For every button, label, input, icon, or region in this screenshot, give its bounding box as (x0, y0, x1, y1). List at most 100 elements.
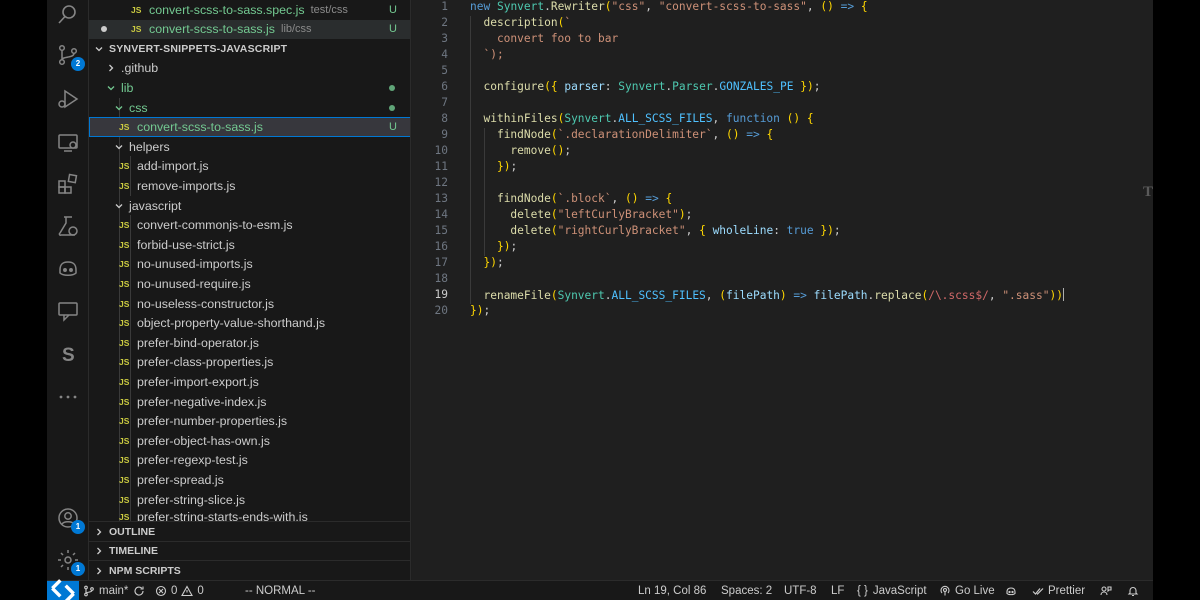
encoding[interactable]: UTF-8 (784, 581, 817, 600)
tree-folder-github[interactable]: .github (89, 59, 410, 79)
tree-file-convert-scss-to-sass[interactable]: JS convert-scss-to-sass.js U (89, 117, 410, 137)
chevron-right-icon (93, 565, 105, 577)
problems-indicator[interactable]: 0 0 (155, 581, 204, 600)
open-editor-item[interactable]: JS convert-scss-to-sass.spec.js test/css… (89, 0, 410, 20)
js-file-icon: JS (119, 259, 130, 270)
tree-file[interactable]: JS prefer-spread.js (89, 470, 410, 490)
line-number: 17 (434, 256, 448, 269)
feedback-icon[interactable] (1100, 581, 1116, 600)
code-line[interactable]: new Synvert.Rewriter("css", "convert-scs… (470, 0, 868, 13)
source-control-icon[interactable]: 2 (53, 40, 85, 71)
explorer-sidebar: JS convert-scss-to-sass.spec.js test/css… (89, 0, 411, 580)
code-line[interactable]: findNode(`.block`, () => { (470, 192, 672, 205)
scm-badge: 2 (71, 57, 85, 71)
timeline-section[interactable]: TIMELINE (89, 540, 410, 561)
remote-explorer-icon[interactable] (53, 127, 83, 157)
tree-file[interactable]: JS forbid-use-strict.js (89, 235, 410, 255)
code-line[interactable]: remove(); (470, 144, 571, 157)
cursor-position[interactable]: Ln 19, Col 86 (638, 581, 706, 600)
manage-gear-icon[interactable]: 1 (53, 545, 85, 576)
end-of-line[interactable]: LF (831, 581, 844, 600)
line-number: 16 (434, 240, 448, 253)
code-line[interactable]: `); (470, 48, 503, 61)
branch-indicator[interactable]: main* (83, 581, 128, 600)
tree-file[interactable]: JS remove-imports.js (89, 176, 410, 196)
line-number: 4 (441, 48, 448, 61)
js-file-icon: JS (119, 122, 130, 133)
code-line[interactable]: findNode(`.declarationDelimiter`, () => … (470, 128, 773, 141)
tree-file[interactable]: JS prefer-negative-index.js (89, 392, 410, 412)
warning-icon (181, 585, 194, 597)
indentation[interactable]: Spaces: 2 (721, 581, 772, 600)
synvert-icon[interactable]: S (53, 339, 83, 369)
code-line[interactable]: convert foo to bar (470, 32, 618, 45)
code-line[interactable]: renameFile(Synvert.ALL_SCSS_FILES, (file… (470, 288, 1064, 302)
remote-indicator-icon[interactable] (47, 579, 79, 600)
vscode-window: 2 S 1 1 JS convert-scss-to-sass.spec.js … (47, 0, 1153, 600)
tree-file[interactable]: JS prefer-object-has-own.js (89, 431, 410, 451)
js-file-icon: JS (119, 494, 130, 505)
go-live-button[interactable]: Go Live (939, 581, 995, 600)
untracked-badge: U (389, 23, 397, 36)
tree-file[interactable]: JS convert-commonjs-to-esm.js (89, 215, 410, 235)
js-file-icon: JS (119, 376, 130, 387)
line-number: 11 (434, 160, 448, 173)
tree-folder-helpers[interactable]: helpers (89, 137, 410, 157)
chevron-down-icon (113, 200, 125, 212)
code-editor[interactable]: T 1 new Synvert.Rewriter("css", "convert-… (412, 0, 1153, 580)
tree-file[interactable]: JS prefer-number-properties.js (89, 411, 410, 431)
tree-file[interactable]: JS prefer-import-export.js (89, 372, 410, 392)
account-badge: 1 (71, 520, 85, 534)
testing-icon[interactable] (53, 211, 83, 241)
chat-icon[interactable] (53, 296, 83, 326)
js-file-icon: JS (119, 318, 130, 329)
line-number: 9 (441, 128, 448, 141)
tree-file[interactable]: JS no-unused-require.js (89, 274, 410, 294)
search-icon[interactable] (53, 0, 83, 30)
code-line[interactable]: }); (470, 256, 503, 269)
tree-file[interactable]: JS no-useless-constructor.js (89, 294, 410, 314)
modified-dot (389, 104, 395, 111)
account-icon[interactable]: 1 (53, 503, 85, 534)
run-debug-icon[interactable] (53, 84, 83, 114)
line-number: 14 (434, 208, 448, 221)
tree-folder-lib[interactable]: lib (89, 78, 410, 98)
code-line[interactable]: withinFiles(Synvert.ALL_SCSS_FILES, func… (470, 112, 813, 125)
js-file-icon: JS (131, 24, 142, 35)
copilot-status-icon[interactable] (1005, 581, 1021, 600)
more-icon[interactable] (53, 382, 83, 412)
code-line[interactable]: }); (470, 240, 517, 253)
npm-scripts-section[interactable]: NPM SCRIPTS (89, 560, 410, 580)
vim-mode: -- NORMAL -- (245, 585, 316, 597)
sync-icon[interactable] (133, 581, 149, 600)
tree-file[interactable]: JS no-unused-imports.js (89, 255, 410, 275)
open-editor-item-active[interactable]: JS convert-scss-to-sass.js lib/css U (89, 19, 410, 40)
extensions-icon[interactable] (53, 169, 83, 199)
code-line[interactable]: delete("rightCurlyBracket", { wholeLine:… (470, 224, 840, 237)
workspace-folder-header[interactable]: SYNVERT-SNIPPETS-JAVASCRIPT (89, 39, 410, 59)
tree-file[interactable]: JS prefer-string-slice.js (89, 490, 410, 510)
code-line[interactable]: }); (470, 304, 490, 317)
code-line[interactable]: description(` (470, 16, 571, 29)
tree-file[interactable]: JS prefer-string-starts-ends-with.js (89, 509, 410, 521)
tree-file[interactable]: JS add-import.js (89, 157, 410, 177)
code-line[interactable]: delete("leftCurlyBracket"); (470, 208, 692, 221)
git-branch-icon (84, 585, 94, 597)
outline-section[interactable]: OUTLINE (89, 521, 410, 541)
js-file-icon: JS (119, 180, 130, 191)
code-line[interactable]: }); (470, 160, 517, 173)
prettier-status[interactable]: Prettier (1032, 581, 1085, 600)
tree-file[interactable]: JS prefer-bind-operator.js (89, 333, 410, 353)
tree-file[interactable]: JS object-property-value-shorthand.js (89, 313, 410, 333)
js-file-icon: JS (119, 278, 130, 289)
code-line[interactable]: configure({ parser: Synvert.Parser.GONZA… (470, 80, 820, 93)
tree-folder-css[interactable]: css (89, 98, 410, 118)
js-file-icon: JS (119, 357, 130, 368)
text-cursor-icon: T (1142, 184, 1153, 200)
tree-folder-javascript[interactable]: javascript (89, 196, 410, 216)
copilot-icon[interactable] (53, 253, 83, 283)
language-mode[interactable]: { } JavaScript (857, 581, 927, 600)
tree-file[interactable]: JS prefer-regexp-test.js (89, 451, 410, 471)
tree-file[interactable]: JS prefer-class-properties.js (89, 353, 410, 373)
notifications-bell-icon[interactable] (1127, 581, 1143, 600)
